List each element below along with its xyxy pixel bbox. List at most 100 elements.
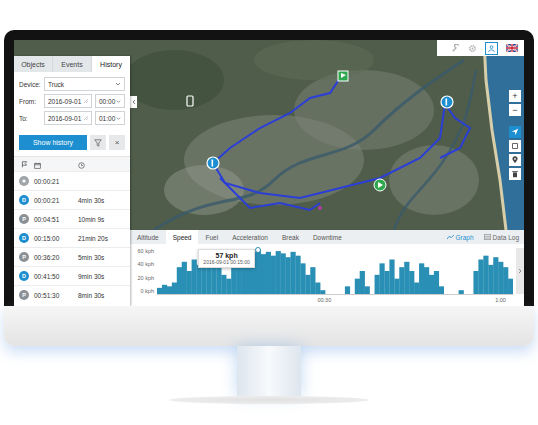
chart-tab[interactable]: Downtime bbox=[306, 230, 349, 244]
history-row[interactable]: D00:15:0021min 20s bbox=[14, 228, 130, 247]
speed-bar bbox=[325, 294, 330, 295]
show-history-button[interactable]: Show history bbox=[19, 135, 87, 150]
history-form: Device:TruckFrom:2016-09-0100:00To:2016-… bbox=[14, 72, 130, 128]
speed-bar bbox=[320, 290, 325, 294]
speed-bar bbox=[310, 267, 315, 294]
chart-tab[interactable]: Fuel bbox=[198, 230, 225, 244]
history-row[interactable]: P00:36:205min 30s bbox=[14, 247, 130, 266]
speed-bar bbox=[315, 283, 320, 295]
speed-bar bbox=[459, 290, 464, 294]
row-duration: 5min 30s bbox=[78, 254, 130, 261]
panel-tab[interactable]: History bbox=[92, 56, 130, 72]
markers-button[interactable] bbox=[509, 154, 521, 166]
speed-bar bbox=[473, 271, 478, 294]
time-select[interactable]: 01:00 bbox=[95, 111, 125, 125]
monitor-base bbox=[169, 396, 369, 404]
trash-icon bbox=[511, 170, 519, 178]
y-tick: 60 kph bbox=[137, 248, 154, 254]
speed-bar bbox=[429, 275, 434, 294]
chevron-left-icon bbox=[132, 99, 136, 105]
history-row[interactable]: 00:00:21 bbox=[14, 171, 130, 190]
history-row[interactable]: P00:04:5110min 9s bbox=[14, 209, 130, 228]
speed-plot[interactable]: 57 kph2016-09-01 00:15:00 bbox=[157, 248, 513, 295]
speed-bar bbox=[211, 266, 216, 294]
row-icon-cell: P bbox=[14, 252, 34, 262]
view-toggle[interactable]: Data Log bbox=[479, 230, 524, 244]
history-row[interactable]: D00:41:509min 30s bbox=[14, 266, 130, 285]
row-duration: 8min 30s bbox=[78, 292, 130, 299]
speed-bar bbox=[256, 250, 261, 294]
speed-bar bbox=[305, 275, 310, 294]
form-row: Device:Truck bbox=[19, 77, 125, 91]
speed-bar bbox=[498, 262, 503, 294]
top-bar bbox=[14, 40, 524, 56]
y-tick: 20 kph bbox=[137, 275, 154, 281]
speed-bar bbox=[419, 263, 424, 294]
row-icon-cell: P bbox=[14, 290, 34, 300]
chart-body: 60 kph40 kph20 kph0 kph57 kph2016-09-01 … bbox=[130, 244, 524, 306]
speed-bar bbox=[439, 286, 444, 294]
user-button[interactable] bbox=[485, 42, 498, 55]
resize-grip-icon bbox=[84, 116, 88, 120]
time-select[interactable]: 00:00 bbox=[95, 94, 125, 108]
history-row[interactable]: P00:51:308min 30s bbox=[14, 285, 130, 304]
map-view[interactable]: +− bbox=[130, 56, 524, 230]
control-spacer bbox=[509, 118, 521, 124]
main-area: ObjectsEventsHistoryDevice:TruckFrom:201… bbox=[14, 56, 524, 306]
chart-scroll-handle[interactable] bbox=[516, 248, 524, 294]
speed-bar bbox=[389, 260, 394, 295]
navigation-arrow-icon bbox=[511, 128, 519, 136]
speed-bar bbox=[300, 263, 305, 294]
speed-bar bbox=[295, 256, 300, 294]
speed-bar bbox=[345, 286, 350, 294]
date-field[interactable]: 2016-09-01 bbox=[44, 94, 92, 108]
fit-bounds-button[interactable] bbox=[509, 140, 521, 152]
y-tick: 0 kph bbox=[141, 288, 154, 294]
uk-flag-icon bbox=[506, 44, 518, 52]
speed-bar bbox=[177, 267, 182, 294]
zoom-in-button[interactable]: + bbox=[509, 90, 521, 102]
zoom-out-button[interactable]: − bbox=[509, 104, 521, 116]
speed-bar bbox=[187, 271, 192, 294]
view-toggle[interactable]: Graph bbox=[442, 230, 479, 244]
monitor: ObjectsEventsHistoryDevice:TruckFrom:201… bbox=[4, 30, 534, 306]
panel-tab[interactable]: Objects bbox=[14, 56, 53, 72]
row-time: 00:00:21 bbox=[34, 197, 78, 204]
speed-bar bbox=[340, 294, 345, 295]
row-icon-cell bbox=[14, 176, 34, 186]
row-time: 00:04:51 bbox=[34, 216, 78, 223]
speed-bar bbox=[454, 294, 459, 295]
calendar-icon bbox=[34, 162, 41, 169]
collapse-panel-button[interactable] bbox=[130, 96, 137, 108]
chart-tab[interactable]: Break bbox=[275, 230, 306, 244]
view-label: Data Log bbox=[493, 234, 519, 241]
speed-bar bbox=[449, 294, 454, 295]
monitor-stand bbox=[237, 346, 301, 396]
panel-tab[interactable]: Events bbox=[53, 56, 92, 72]
chart-views: Graph Data Log bbox=[442, 230, 524, 244]
status-badge: D bbox=[19, 233, 29, 243]
navigate-button[interactable] bbox=[509, 126, 521, 138]
row-icon-cell: P bbox=[14, 214, 34, 224]
delete-button[interactable] bbox=[509, 168, 521, 180]
history-row[interactable]: D00:00:214min 30s bbox=[14, 190, 130, 209]
chevron-down-icon bbox=[116, 116, 121, 121]
chevron-down-icon bbox=[115, 81, 121, 87]
row-icon-cell: D bbox=[14, 271, 34, 281]
app-screen: ObjectsEventsHistoryDevice:TruckFrom:201… bbox=[14, 40, 524, 306]
chart-tab[interactable]: Speed bbox=[166, 230, 199, 244]
row-duration: 4min 30s bbox=[78, 197, 130, 204]
funnel-icon bbox=[94, 139, 102, 147]
device-select[interactable]: Truck bbox=[44, 77, 125, 91]
chart-tab[interactable]: Acceleration bbox=[225, 230, 275, 244]
speed-bar bbox=[380, 263, 385, 294]
clear-button[interactable]: × bbox=[109, 135, 125, 150]
chart-tab[interactable]: Altitude bbox=[130, 230, 166, 244]
select-value: Truck bbox=[48, 81, 64, 88]
row-duration: 21min 20s bbox=[78, 235, 130, 242]
speed-bar bbox=[266, 252, 271, 294]
speed-bar bbox=[464, 294, 469, 295]
filter-button[interactable] bbox=[90, 135, 106, 150]
speed-bar bbox=[350, 294, 355, 295]
date-field[interactable]: 2016-09-01 bbox=[44, 111, 92, 125]
